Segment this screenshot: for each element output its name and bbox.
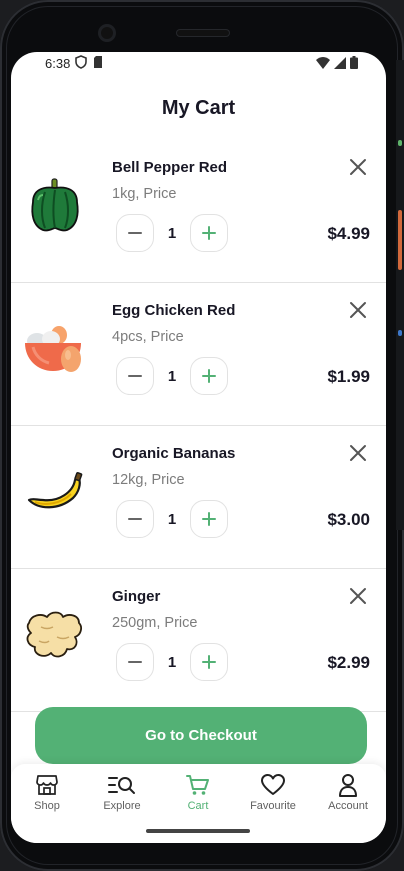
- heart-icon: [261, 774, 285, 795]
- person-icon: [339, 774, 357, 797]
- explore-icon: [108, 777, 135, 794]
- tab-label: Favourite: [250, 800, 296, 812]
- increase-quantity-button[interactable]: [190, 643, 228, 681]
- minus-icon: [128, 232, 142, 234]
- tab-cart[interactable]: Cart: [163, 772, 233, 812]
- quantity-value: 1: [167, 367, 177, 385]
- close-icon[interactable]: [348, 586, 368, 606]
- item-price: $1.99: [327, 367, 370, 386]
- earpiece-speaker: [176, 29, 230, 37]
- status-time: 6:38: [45, 56, 71, 71]
- tab-label: Shop: [34, 800, 60, 812]
- cart-item: Organic Bananas 12kg, Price 1 $3.00: [11, 426, 386, 569]
- cart-item: Egg Chicken Red 4pcs, Price 1 $1.99: [11, 283, 386, 426]
- background-window-strip: [396, 60, 404, 530]
- tab-shop[interactable]: Shop: [12, 772, 82, 812]
- item-price: $3.00: [327, 510, 370, 529]
- quantity-stepper: 1: [116, 357, 228, 395]
- item-price: $4.99: [327, 224, 370, 243]
- quantity-value: 1: [167, 224, 177, 242]
- close-icon[interactable]: [348, 300, 368, 320]
- increase-quantity-button[interactable]: [190, 357, 228, 395]
- quantity-stepper: 1: [116, 214, 228, 252]
- tab-label: Explore: [103, 800, 141, 812]
- page-title: My Cart: [161, 96, 236, 119]
- item-description: 12kg, Price: [112, 472, 185, 488]
- decrease-quantity-button[interactable]: [116, 357, 154, 395]
- battery-icon: [350, 56, 358, 69]
- tab-label: Cart: [187, 800, 209, 812]
- plus-icon: [202, 369, 216, 383]
- checkout-button[interactable]: Go to Checkout: [35, 707, 367, 764]
- minus-icon: [128, 661, 142, 663]
- tab-account[interactable]: Account: [313, 772, 383, 812]
- item-name: Organic Bananas: [112, 445, 236, 462]
- close-icon[interactable]: [348, 157, 368, 177]
- item-name: Ginger: [112, 588, 161, 605]
- tab-label: Account: [328, 800, 368, 812]
- decrease-quantity-button[interactable]: [116, 500, 154, 538]
- cart-item: Ginger 250gm, Price 1 $2.99: [11, 569, 386, 712]
- item-name: Bell Pepper Red: [112, 159, 228, 176]
- store-icon: [36, 775, 58, 795]
- quantity-stepper: 1: [116, 643, 228, 681]
- eggs-bowl-image: [25, 326, 81, 372]
- front-camera: [98, 24, 116, 42]
- plus-icon: [202, 512, 216, 526]
- increase-quantity-button[interactable]: [190, 214, 228, 252]
- item-price: $2.99: [327, 653, 370, 672]
- plus-icon: [202, 226, 216, 240]
- cart-item: Bell Pepper Red 1kg, Price 1 $4.99: [11, 140, 386, 283]
- bell-pepper-image: [31, 178, 79, 232]
- item-description: 1kg, Price: [112, 186, 177, 202]
- sim-card-icon: [94, 56, 102, 68]
- cart-icon: [186, 775, 209, 795]
- minus-icon: [128, 375, 142, 377]
- ginger-image: [26, 611, 82, 658]
- app-screen: 6:38 My Cart Bell Pepper Red 1kg, Price …: [11, 52, 386, 843]
- shield-icon: [75, 55, 87, 69]
- quantity-value: 1: [167, 653, 177, 671]
- tab-explore[interactable]: Explore: [87, 772, 157, 812]
- cell-signal-icon: [334, 56, 346, 69]
- item-name: Egg Chicken Red: [112, 302, 236, 319]
- page-header: My Cart: [11, 76, 386, 141]
- home-indicator[interactable]: [146, 829, 250, 833]
- increase-quantity-button[interactable]: [190, 500, 228, 538]
- decrease-quantity-button[interactable]: [116, 214, 154, 252]
- status-bar: 6:38: [11, 52, 386, 76]
- wifi-icon: [316, 56, 330, 69]
- phone-frame: 6:38 My Cart Bell Pepper Red 1kg, Price …: [0, 0, 404, 871]
- banana-image: [27, 472, 83, 509]
- decrease-quantity-button[interactable]: [116, 643, 154, 681]
- item-description: 4pcs, Price: [112, 329, 184, 345]
- tab-favourite[interactable]: Favourite: [238, 772, 308, 812]
- minus-icon: [128, 518, 142, 520]
- quantity-value: 1: [167, 510, 177, 528]
- cart-list: Bell Pepper Red 1kg, Price 1 $4.99 Egg C…: [11, 140, 386, 712]
- item-description: 250gm, Price: [112, 615, 198, 631]
- plus-icon: [202, 655, 216, 669]
- close-icon[interactable]: [348, 443, 368, 463]
- quantity-stepper: 1: [116, 500, 228, 538]
